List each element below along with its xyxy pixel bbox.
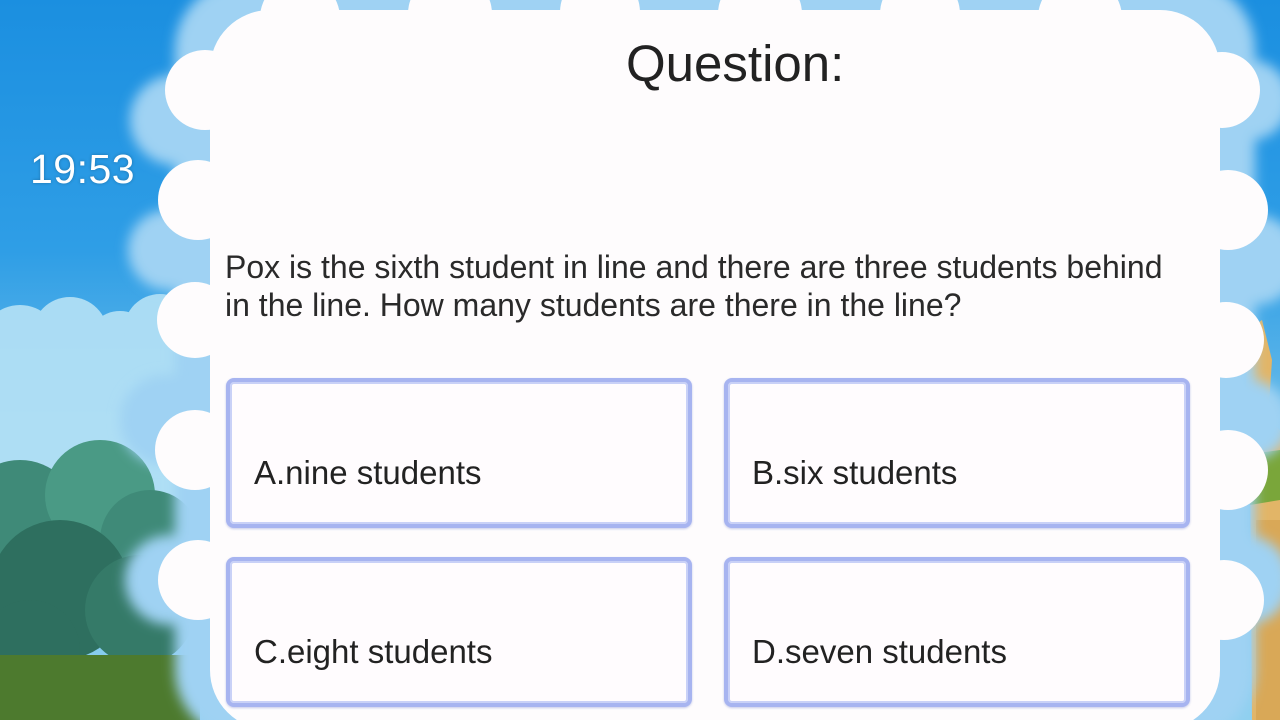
answer-option-b[interactable]: B.six students bbox=[724, 378, 1190, 528]
question-text: Pox is the sixth student in line and the… bbox=[225, 249, 1163, 323]
question-heading: Question: bbox=[626, 35, 845, 92]
answer-option-d-label: D.seven students bbox=[752, 633, 1007, 670]
game-screen: 19:53 Question: Pox is the sixth student… bbox=[0, 0, 1280, 720]
countdown-timer: 19:53 bbox=[30, 146, 136, 192]
answer-option-c[interactable]: C.eight students bbox=[226, 557, 692, 707]
answer-option-a[interactable]: A.nine students bbox=[226, 378, 692, 528]
answer-option-d[interactable]: D.seven students bbox=[724, 557, 1190, 707]
answer-option-c-label: C.eight students bbox=[254, 633, 493, 670]
answer-option-a-label: A.nine students bbox=[254, 454, 482, 491]
answer-option-b-label: B.six students bbox=[752, 454, 958, 491]
